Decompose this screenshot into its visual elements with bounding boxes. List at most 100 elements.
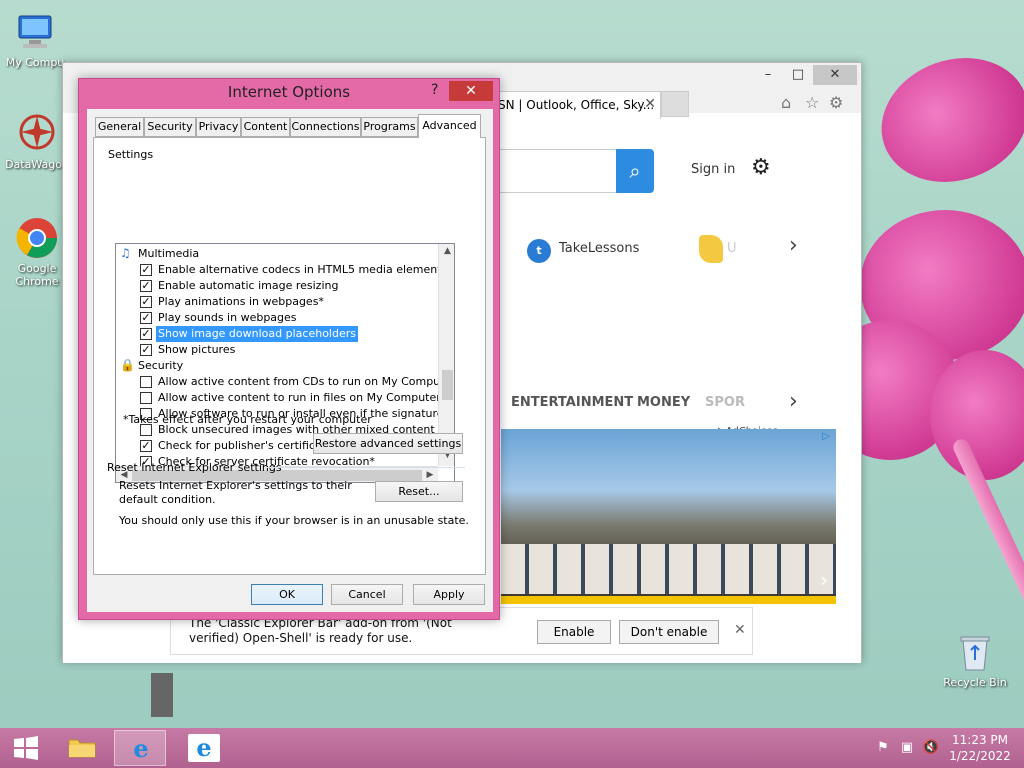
tree-option[interactable]: ✓ Enable automatic image resizing [116,278,436,294]
side-thumbnail [151,673,173,717]
carousel-next-icon[interactable]: › [820,568,828,592]
windows-logo-icon [10,734,42,762]
quick-link-logo-icon[interactable] [699,235,723,263]
cancel-button[interactable]: Cancel [331,584,403,605]
reset-group-label: Reset Internet Explorer settings [107,461,282,474]
chevron-right-icon[interactable]: › [789,233,798,258]
option-checkbox[interactable]: ✓ [140,312,152,324]
option-checkbox[interactable]: ✓ [140,264,152,276]
restore-advanced-settings-button[interactable]: Restore advanced settings [313,433,463,454]
ok-button[interactable]: OK [251,584,323,605]
nav-category-entertainment[interactable]: ENTERTAINMENT [511,395,633,410]
taskbar-file-explorer[interactable] [56,730,108,766]
minimize-button[interactable]: – [753,65,783,85]
tab-advanced[interactable]: Advanced [418,114,481,138]
network-icon[interactable]: ▣ [898,740,916,756]
nav-category-sports[interactable]: SPOR [705,395,745,410]
scroll-thumb[interactable] [442,370,453,400]
hero-image[interactable]: ▷ › [501,429,836,604]
option-label[interactable]: Play animations in webpages* [158,294,324,310]
option-label[interactable]: Play sounds in webpages [158,310,297,326]
chevron-right-icon[interactable]: › [789,389,798,414]
option-checkbox[interactable]: ✓ [140,280,152,292]
favorites-star-icon[interactable]: ☆ [805,93,819,112]
taskbar: e e ⚑ ▣ 🔇 11:23 PM 1/22/2022 [0,728,1024,768]
option-label[interactable]: Allow active content from CDs to run on … [158,374,454,390]
reset-button[interactable]: Reset... [375,481,463,502]
tree-option[interactable]: Allow active content from CDs to run on … [116,374,454,390]
option-label[interactable]: Show image download placeholders [156,326,358,342]
close-icon[interactable]: ✕ [734,622,746,638]
volume-muted-icon[interactable]: 🔇 [922,740,940,756]
maximize-button[interactable]: □ [783,65,813,85]
system-clock[interactable]: 11:23 PM 1/22/2022 [940,732,1020,764]
clock-time: 11:23 PM [952,733,1008,747]
notification-message: The 'Classic Explorer Bar' add-on from '… [189,616,452,645]
home-icon[interactable]: ⌂ [781,93,791,112]
dialog-close-button[interactable]: ✕ [449,81,493,101]
reset-description: Resets Internet Explorer's settings to t… [119,479,352,506]
dont-enable-button[interactable]: Don't enable [619,620,719,644]
quick-link-second[interactable]: U [727,241,737,256]
tab-security[interactable]: Security [144,117,196,137]
clock-date: 1/22/2022 [949,749,1011,763]
option-checkbox[interactable]: ✓ [140,344,152,356]
tree-option[interactable]: ✓ Show image download placeholders [116,326,436,342]
computer-icon [13,10,57,54]
internet-options-dialog: Internet Options ? ✕ General Security Pr… [78,78,500,620]
settings-label: Settings [108,148,154,161]
desktop-icon-recycle-bin[interactable]: Recycle Bin [940,630,1010,689]
search-button[interactable]: ⌕ [616,149,654,193]
desktop-icon-label: My Compu [5,56,65,69]
ad-indicator-icon: ▷ [822,431,830,442]
tree-option[interactable]: ✓ Show pictures [116,342,436,358]
tab-programs[interactable]: Programs [361,117,418,137]
tab-general[interactable]: General [95,117,144,137]
group-separator [265,467,465,468]
apply-button[interactable]: Apply [413,584,485,605]
tab-close-icon[interactable]: ✕ [644,96,656,112]
browser-tab-msn[interactable]: SN | Outlook, Office, Sky... ✕ [493,91,661,119]
msn-search-input[interactable] [493,149,623,193]
tree-option[interactable]: ✓ Play sounds in webpages [116,310,436,326]
taskbar-internet-explorer[interactable]: e [114,730,166,766]
recycle-bin-icon [953,630,997,674]
taskbar-internet-explorer-2[interactable]: e [178,730,230,766]
enable-button[interactable]: Enable [537,620,611,644]
sign-in-link[interactable]: Sign in [691,162,735,177]
quick-link-takelessons[interactable]: TakeLessons [559,241,639,256]
option-checkbox[interactable]: ✓ [140,296,152,308]
option-label[interactable]: Show pictures [158,342,235,358]
tree-category-label: Multimedia [138,247,200,260]
tools-gear-icon[interactable]: ⚙ [829,93,843,112]
tree-option[interactable]: ✓ Enable alternative codecs in HTML5 medi… [116,262,453,278]
settings-gear-icon[interactable]: ⚙ [751,155,771,180]
restart-note: *Takes effect after you restart your com… [123,413,372,426]
tab-content[interactable]: Content [241,117,290,137]
scroll-up-icon[interactable]: ▲ [439,246,454,256]
option-label[interactable]: Enable alternative codecs in HTML5 media… [158,262,453,278]
option-checkbox[interactable]: ✓ [140,440,152,452]
close-button[interactable]: ✕ [813,65,857,85]
internet-explorer-icon: e [188,734,220,762]
start-button[interactable] [0,730,52,766]
desktop-icon-label: Recycle Bin [943,676,1007,689]
tab-privacy[interactable]: Privacy [196,117,241,137]
tree-option[interactable]: ✓ Play animations in webpages* [116,294,436,310]
help-button[interactable]: ? [431,82,438,98]
desktop-icon-my-computer[interactable]: My Compu [0,10,70,69]
takelessons-icon[interactable]: t [527,239,551,263]
nav-category-money[interactable]: MONEY [637,395,690,410]
browser-tab-title: SN | Outlook, Office, Sky... [498,98,655,112]
tab-connections[interactable]: Connections [290,117,361,137]
tree-option[interactable]: Allow active content to run in files on … [116,390,446,406]
new-tab-button[interactable] [661,91,689,117]
option-checkbox[interactable] [140,376,152,388]
option-checkbox[interactable] [140,392,152,404]
internet-explorer-icon: e [133,734,149,763]
tree-category: ♫ Multimedia [116,246,436,262]
option-label[interactable]: Enable automatic image resizing [158,278,338,294]
action-center-flag-icon[interactable]: ⚑ [874,740,892,756]
option-label[interactable]: Allow active content to run in files on … [158,390,446,406]
option-checkbox[interactable]: ✓ [140,328,152,340]
